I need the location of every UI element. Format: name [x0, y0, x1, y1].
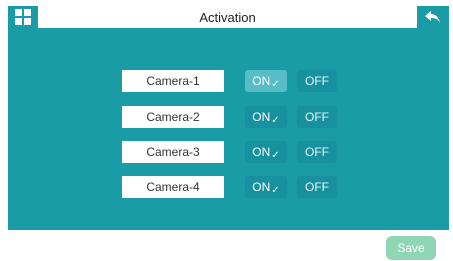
- camera-2-on-button[interactable]: ON ✓: [245, 106, 287, 128]
- camera-label: Camera-1: [122, 70, 224, 92]
- camera-2-off-button[interactable]: OFF: [297, 106, 337, 128]
- camera-row-3: Camera-3 ON ✓ OFF: [8, 141, 449, 163]
- camera-4-on-button[interactable]: ON ✓: [245, 176, 287, 198]
- camera-1-off-button[interactable]: OFF: [297, 70, 337, 92]
- camera-row-2: Camera-2 ON ✓ OFF: [8, 106, 449, 128]
- on-label: ON: [252, 180, 271, 194]
- off-label: OFF: [305, 74, 329, 88]
- camera-label: Camera-4: [122, 176, 224, 198]
- back-button[interactable]: [417, 6, 449, 28]
- camera-row-4: Camera-4 ON ✓ OFF: [8, 176, 449, 198]
- camera-activation-panel: Camera-1 ON ✓ OFF Camera-2 ON ✓ OFF Camera…: [8, 28, 449, 230]
- grid-menu-icon: [15, 9, 31, 25]
- off-label: OFF: [305, 180, 329, 194]
- page-title: Activation: [199, 9, 256, 25]
- camera-4-off-button[interactable]: OFF: [297, 176, 337, 198]
- camera-label: Camera-3: [122, 141, 224, 163]
- camera-label: Camera-2: [122, 106, 224, 128]
- on-label: ON: [252, 110, 271, 124]
- on-label: ON: [252, 74, 271, 88]
- camera-3-off-button[interactable]: OFF: [297, 141, 337, 163]
- camera-3-on-button[interactable]: ON ✓: [245, 141, 287, 163]
- save-button[interactable]: Save: [386, 236, 436, 260]
- off-label: OFF: [305, 110, 329, 124]
- check-icon: ✓: [271, 114, 280, 126]
- off-label: OFF: [305, 145, 329, 159]
- check-icon: ✓: [271, 184, 280, 196]
- header-bar: Activation: [8, 6, 449, 28]
- back-arrow-icon: [425, 11, 440, 23]
- menu-button[interactable]: [8, 6, 38, 28]
- camera-1-on-button[interactable]: ON ✓: [245, 70, 287, 92]
- check-icon: ✓: [271, 78, 280, 90]
- check-icon: ✓: [271, 149, 280, 161]
- on-label: ON: [252, 145, 271, 159]
- camera-row-1: Camera-1 ON ✓ OFF: [8, 70, 449, 92]
